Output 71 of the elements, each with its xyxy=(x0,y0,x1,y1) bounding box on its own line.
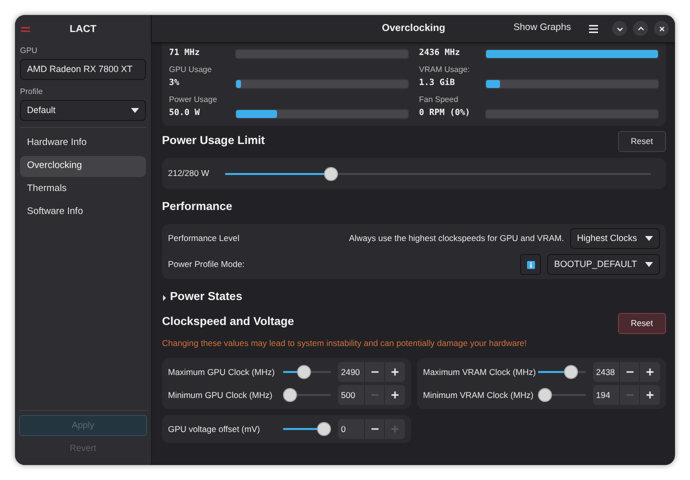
window-title: Overclocking xyxy=(382,22,446,36)
minimize-button[interactable] xyxy=(612,21,627,36)
app-title: LACT xyxy=(70,22,96,36)
stat-value: 1.3 GiB xyxy=(419,77,456,90)
expander[interactable]: Power States xyxy=(162,289,242,306)
stat-value: 2436 MHz xyxy=(419,47,461,60)
spin-button[interactable]: 0 xyxy=(338,419,405,440)
row-label: Performance Level xyxy=(168,232,240,246)
spin-button[interactable]: 2490 xyxy=(338,362,405,382)
spin-button[interactable]: 194 xyxy=(593,385,660,406)
info-icon xyxy=(526,260,535,269)
caret-icon xyxy=(645,236,653,242)
row-label: Maximum VRAM Clock (MHz) xyxy=(423,366,537,379)
plus-icon xyxy=(646,391,654,400)
slider[interactable] xyxy=(283,422,331,436)
spin-button[interactable]: 2438 xyxy=(593,362,660,382)
plus-icon xyxy=(391,368,399,376)
plus-icon xyxy=(391,391,399,400)
stat-value: 50.0 W xyxy=(169,107,201,120)
show-graphs-button[interactable]: Show Graphs xyxy=(513,21,571,36)
row-label: Maximum GPU Clock (MHz) xyxy=(168,366,276,379)
section-heading: Clockspeed and Voltage xyxy=(162,315,294,330)
close-button[interactable] xyxy=(654,21,669,36)
plus-icon xyxy=(646,368,654,376)
app-icon xyxy=(21,27,30,32)
dropdown[interactable]: Default xyxy=(20,100,146,121)
slider[interactable] xyxy=(283,388,331,402)
slider[interactable] xyxy=(538,388,586,402)
field-label: Profile xyxy=(20,86,44,98)
stat-label: GPU Usage xyxy=(169,64,213,76)
spin-value: 2438 xyxy=(593,362,620,382)
nav-item[interactable]: Overclocking xyxy=(20,156,146,177)
nav-item[interactable]: Software Info xyxy=(20,202,146,223)
row-label: Minimum VRAM Clock (MHz) xyxy=(423,388,534,402)
row-description: Always use the highest clockspeeds for GPU and VRAM. xyxy=(349,232,564,246)
nav-item[interactable]: Thermals xyxy=(20,179,146,200)
stat-label: VRAM Usage: xyxy=(419,64,471,76)
field-label: GPU xyxy=(20,45,38,57)
row-label: Power Profile Mode: xyxy=(168,258,245,272)
stat-label: Fan Speed xyxy=(419,94,460,106)
stat-value: 3% xyxy=(169,77,180,90)
dropdown[interactable]: AMD Radeon RX 7800 XT xyxy=(20,59,146,80)
reset-button[interactable]: Reset xyxy=(618,131,666,152)
slider[interactable] xyxy=(283,365,331,380)
caret-icon xyxy=(131,108,139,113)
stat-value: 71 MHz xyxy=(169,47,201,60)
row-label: GPU voltage offset (mV) xyxy=(168,422,261,436)
section-heading: Performance xyxy=(162,200,232,215)
stat-value: 0 RPM (0%) xyxy=(419,107,472,120)
spin-value: 0 xyxy=(338,419,365,440)
caret-icon xyxy=(645,262,653,268)
slider-value: 212/280 W xyxy=(168,167,210,180)
spin-value: 194 xyxy=(593,385,620,406)
spin-value: 500 xyxy=(338,385,365,406)
warning-text: Changing these values may lead to system instability and can potentially damage your hardware! xyxy=(162,336,528,350)
plus-icon xyxy=(391,425,399,434)
row-label: Minimum GPU Clock (MHz) xyxy=(168,388,274,402)
reset-button[interactable]: Reset xyxy=(618,312,666,334)
slider[interactable] xyxy=(225,166,651,180)
spin-button[interactable]: 500 xyxy=(338,385,405,406)
dropdown[interactable]: Highest Clocks xyxy=(570,228,660,250)
section-heading: Power Usage Limit xyxy=(162,134,265,149)
menu-icon[interactable] xyxy=(589,24,598,32)
slider[interactable] xyxy=(538,365,586,380)
maximize-button[interactable] xyxy=(633,21,648,36)
close-icon xyxy=(656,24,666,34)
info-button[interactable] xyxy=(520,254,542,276)
dropdown[interactable]: BOOTUP_DEFAULT xyxy=(547,254,660,276)
spin-value: 2490 xyxy=(338,362,365,382)
nav-item[interactable]: Hardware Info xyxy=(20,133,146,154)
stat-label: Power Usage xyxy=(169,94,218,106)
